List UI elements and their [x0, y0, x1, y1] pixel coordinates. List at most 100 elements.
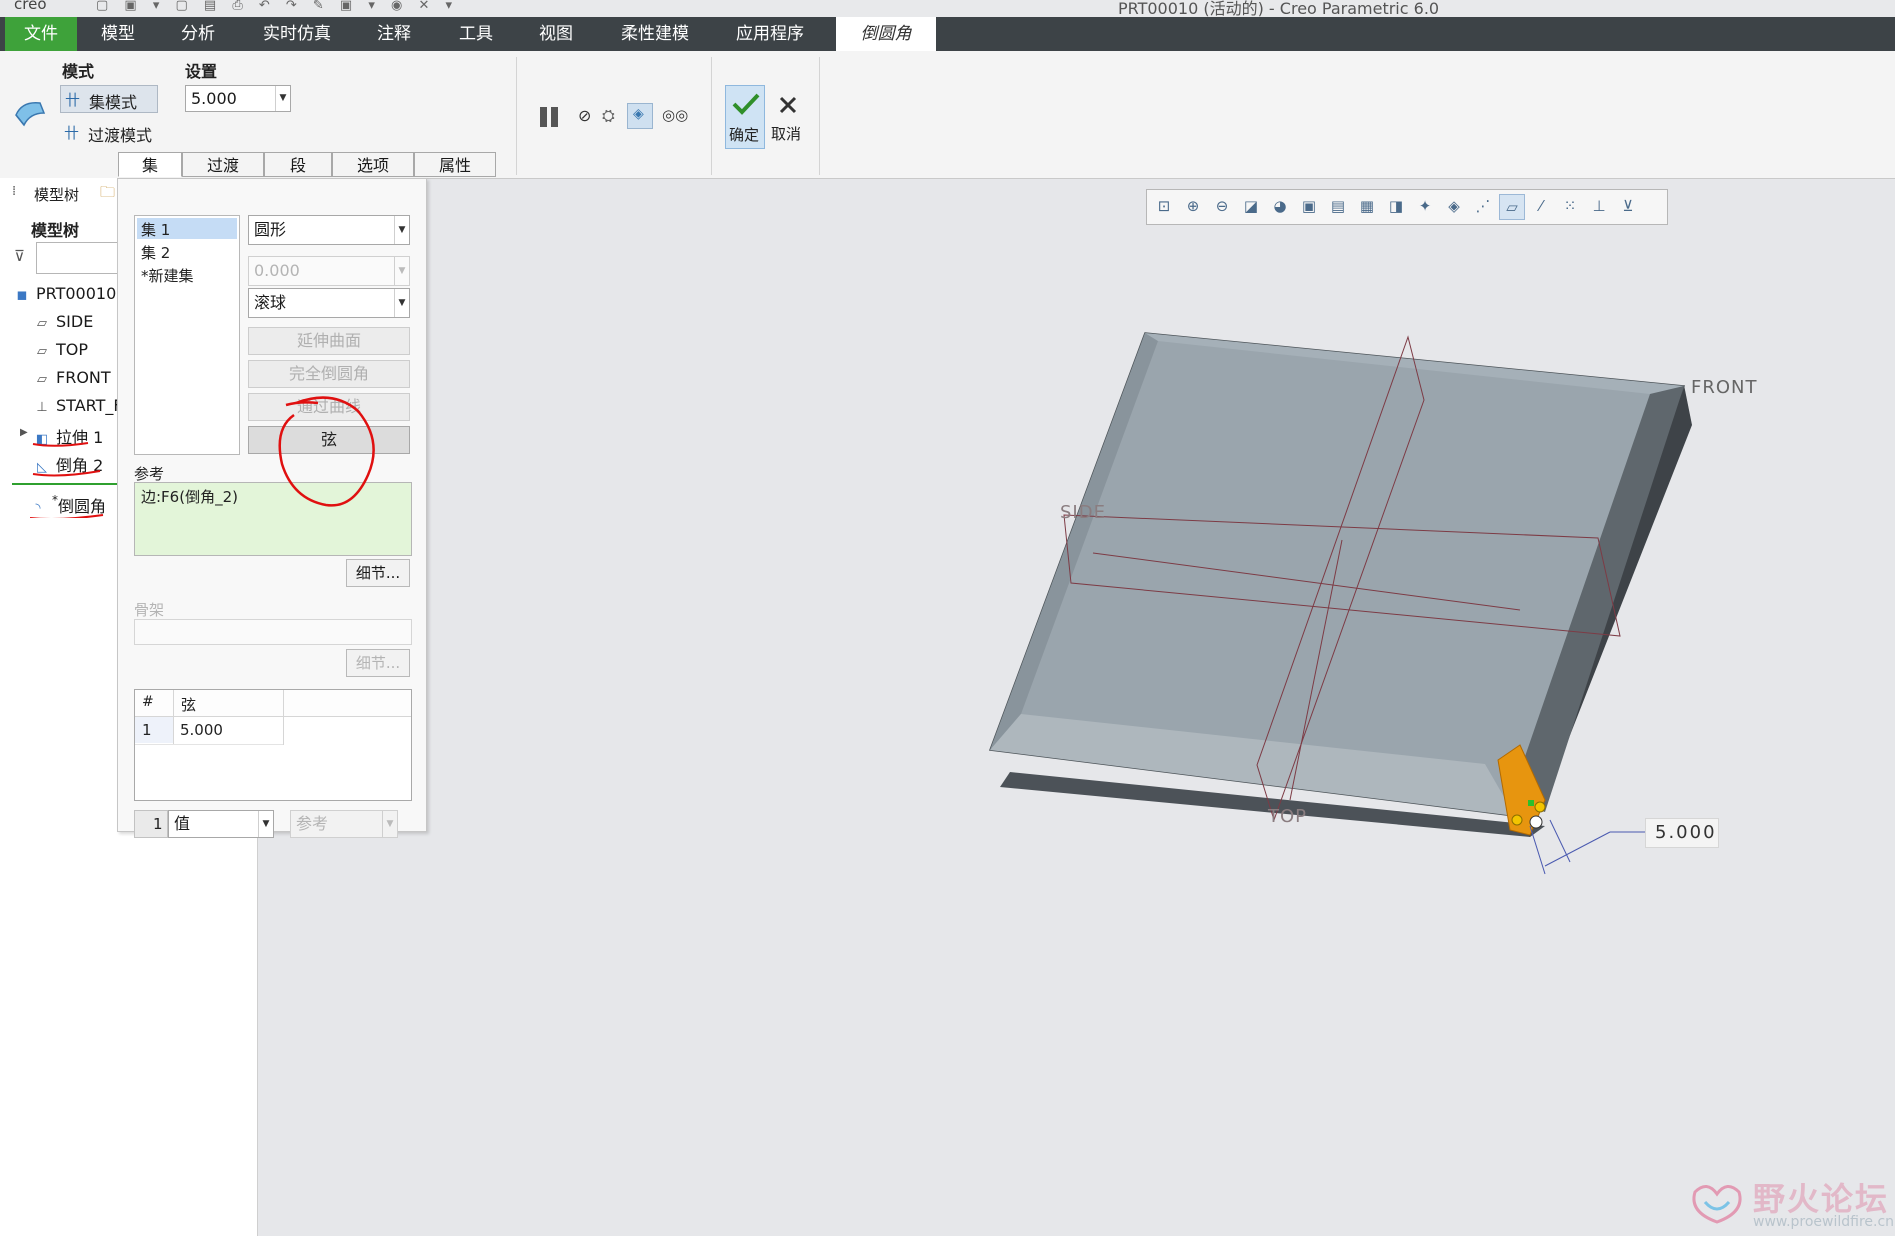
zoom-in-icon[interactable]: ⊕ — [1182, 195, 1204, 217]
app-logo: creo — [14, 0, 47, 13]
close-icon — [779, 96, 797, 114]
table-header — [135, 690, 411, 717]
plane-label-side: SIDE — [1060, 502, 1106, 523]
settings-value: 5.000 — [191, 89, 237, 108]
settings-value-field[interactable]: 5.000 ▼ — [185, 85, 291, 112]
watermark-logo — [1692, 1185, 1742, 1224]
dimension-value: 5.000 — [1655, 822, 1717, 843]
skeleton-details-button: 细节... — [346, 649, 410, 677]
tab-properties[interactable]: 属性 — [414, 152, 496, 177]
table-header-chord: 弦 — [181, 696, 197, 714]
menu-bar: 文件 模型 分析 实时仿真 注释 工具 视图 柔性建模 应用程序 倒圆角 — [0, 17, 1895, 51]
table-row-chord-value[interactable]: 5.000 — [180, 721, 223, 739]
saved-orientations-icon[interactable]: ▤ — [1327, 195, 1349, 217]
set-mode-button[interactable]: 卄 集模式 — [60, 85, 158, 113]
footer-value-select[interactable]: 值 ▼ — [168, 810, 274, 838]
glasses-icon[interactable]: ◎◎ — [662, 106, 688, 124]
perspective-icon[interactable]: ◕ — [1269, 195, 1291, 217]
quick-access-toolbar[interactable]: ▢ ▣ ▾ ▢ ▤ ⎙ ↶ ↷ ✎ ▣ ▾ ◉ ✕ ▾ — [96, 0, 458, 13]
tab-options[interactable]: 选项 — [332, 152, 414, 177]
repaint-icon[interactable]: ◪ — [1240, 195, 1262, 217]
annotation-circle — [278, 396, 375, 507]
round-preview — [1497, 744, 1546, 836]
ok-label: 确定 — [729, 126, 760, 144]
cancel-button[interactable]: 取消 — [768, 85, 808, 149]
menu-applications[interactable]: 应用程序 — [720, 17, 820, 51]
set-mode-label: 集模式 — [89, 93, 138, 112]
checkmark-icon — [732, 93, 760, 115]
datum-axis-display-icon[interactable]: ⋰ — [1472, 195, 1494, 217]
menu-flexible-modeling[interactable]: 柔性建模 — [608, 17, 702, 51]
tab-options-label: 选项 — [356, 156, 389, 175]
slab-front-face — [1000, 772, 1545, 837]
plane-label-front: FRONT — [1691, 377, 1758, 398]
radius-table[interactable]: # 弦 1 5.000 — [134, 689, 412, 801]
plane-display-toggle[interactable]: ▱ — [1499, 194, 1525, 220]
chevron-down-icon[interactable]: ▼ — [258, 811, 273, 837]
menu-model[interactable]: 模型 — [84, 17, 152, 51]
point-tag-icon[interactable]: ⁙ — [1559, 195, 1581, 217]
menu-tools[interactable]: 工具 — [442, 17, 510, 51]
footer-index: 1 — [153, 815, 163, 833]
geometry-preview-icon[interactable]: ⛭ — [602, 106, 615, 126]
drag-handle[interactable] — [1511, 814, 1523, 826]
menu-view[interactable]: 视图 — [522, 17, 590, 51]
set-mode-icon: 卄 — [65, 91, 81, 109]
table-header-index: # — [142, 694, 154, 710]
display-style-icon[interactable]: ▣ — [1298, 195, 1320, 217]
footer-value: 值 — [174, 814, 191, 833]
footer-index-cell: 1 — [134, 810, 168, 838]
tab-transition[interactable]: 过渡 — [182, 152, 264, 177]
tab-set-label: 集 — [141, 156, 158, 175]
reference-details-button[interactable]: 细节... — [346, 559, 410, 587]
verify-icon: ◈ — [633, 106, 644, 122]
slab-right-face — [1515, 385, 1692, 837]
plane-display-icon: ▱ — [1506, 198, 1518, 216]
sets-panel: 集 1 集 2 *新建集 圆形 ▼ 0.000 ▼ 滚球 ▼ 延伸曲面 完全倒圆… — [117, 178, 427, 838]
menu-analysis[interactable]: 分析 — [164, 17, 232, 51]
refit-icon[interactable]: ⊡ — [1153, 195, 1175, 217]
chevron-down-icon: ▼ — [382, 811, 397, 837]
annotation-display-icon[interactable]: ✦ — [1414, 195, 1436, 217]
tab-transition-label: 过渡 — [206, 156, 239, 175]
tab-segment[interactable]: 段 — [264, 152, 332, 177]
skeleton-collector — [134, 619, 412, 645]
annotation-underlines — [30, 442, 104, 518]
cancel-label: 取消 — [771, 125, 802, 143]
watermark-url: www.proewildfire.cn — [1753, 1214, 1895, 1230]
window-title: PRT00010 (活动的) - Creo Parametric 6.0 — [1118, 0, 1440, 17]
tab-segment-label: 段 — [289, 156, 306, 175]
settings-header: 设置 — [185, 62, 218, 81]
tab-set[interactable]: 集 — [118, 152, 182, 177]
dimension-value-box[interactable]: 5.000 — [1645, 818, 1719, 848]
round-feature-icon — [15, 102, 46, 127]
forum-watermark: 野火论坛 www.proewildfire.cn — [1683, 1170, 1895, 1236]
no-preview-icon[interactable]: ⊘ — [578, 106, 591, 125]
menu-file[interactable]: 文件 — [5, 17, 77, 51]
menu-live-simulation[interactable]: 实时仿真 — [250, 17, 344, 51]
spin-center-icon[interactable]: ⊻ — [1617, 195, 1639, 217]
footer-reference-select: 参考 ▼ — [290, 810, 398, 838]
section-icon[interactable]: ◨ — [1385, 195, 1407, 217]
transition-mode-icon: 卄 — [64, 124, 80, 142]
pause-button[interactable] — [538, 105, 562, 129]
ok-button[interactable]: 确定 — [725, 85, 765, 149]
tab-properties-label: 属性 — [438, 156, 471, 175]
point-display-icon[interactable]: ⁄ — [1530, 195, 1552, 217]
view-manager-icon[interactable]: ▦ — [1356, 195, 1378, 217]
menu-round-active[interactable]: 倒圆角 — [836, 17, 936, 51]
zoom-out-icon[interactable]: ⊖ — [1211, 195, 1233, 217]
dimension-leader — [1529, 819, 1648, 875]
datum-planes — [1063, 335, 1621, 822]
mode-header: 模式 — [62, 62, 95, 81]
drag-handle[interactable] — [1534, 801, 1546, 813]
verify-mode-button[interactable]: ◈ — [627, 103, 653, 129]
menu-annotate[interactable]: 注释 — [360, 17, 428, 51]
drag-handle[interactable] — [1529, 815, 1543, 829]
title-bar: creo ▢ ▣ ▾ ▢ ▤ ⎙ ↶ ↷ ✎ ▣ ▾ ◉ ✕ ▾ PRT0001… — [0, 0, 1895, 17]
csys-display-icon[interactable]: ⊥ — [1588, 195, 1610, 217]
chevron-down-icon[interactable]: ▼ — [275, 86, 290, 111]
transition-mode-label: 过渡模式 — [88, 126, 153, 145]
appearance-icon[interactable]: ◈ — [1443, 195, 1465, 217]
transition-mode-button[interactable]: 卄 过渡模式 — [60, 119, 170, 145]
